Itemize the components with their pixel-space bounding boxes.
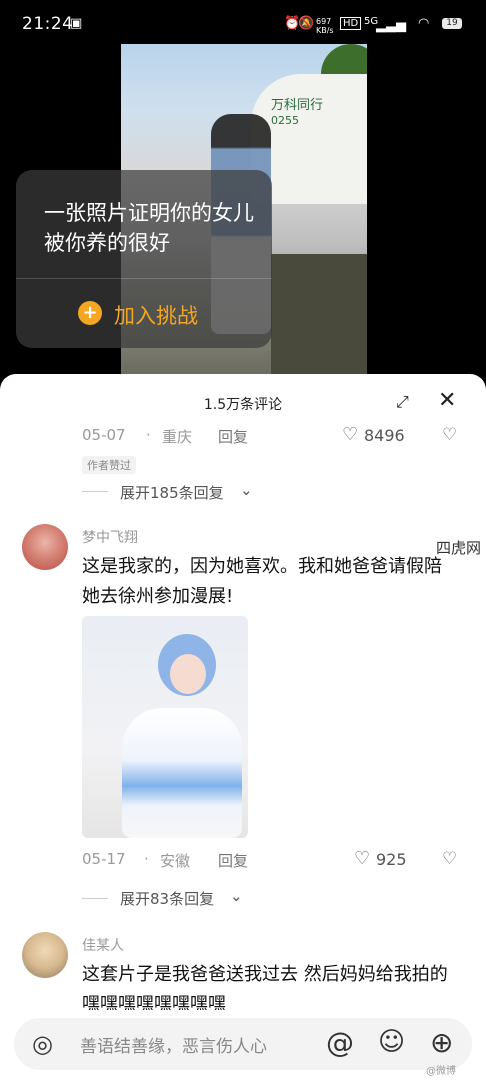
comment-input-bar: ◎ 善语结善缘，恶言伤人心 @ ☺ ⊕ xyxy=(0,1010,486,1080)
net-speed: 697 KB/s xyxy=(316,17,334,35)
building-number: 0255 xyxy=(271,114,299,127)
join-challenge-button[interactable]: 加入挑战 xyxy=(114,300,198,330)
signal-bars-icon: ▂▃▅ xyxy=(376,18,406,33)
like-heart-icon[interactable]: ♡ xyxy=(342,424,358,445)
comment-date: 05-17 xyxy=(82,850,126,868)
avatar[interactable] xyxy=(22,524,68,570)
dislike-icon[interactable]: ♡ xyxy=(442,425,457,445)
avatar[interactable] xyxy=(22,932,68,978)
dot-separator: · xyxy=(146,426,151,444)
dislike-icon[interactable]: ♡ xyxy=(442,849,457,869)
dress-shape xyxy=(122,708,242,838)
dot-separator: · xyxy=(144,850,149,868)
chevron-down-icon: ⌄ xyxy=(240,481,253,499)
grass-shape xyxy=(271,254,367,374)
comment-location: 重庆 xyxy=(162,428,193,446)
chevron-down-icon: ⌄ xyxy=(230,887,243,905)
expand-replies-button[interactable]: 展开185条回复 xyxy=(120,482,224,503)
face-shape xyxy=(170,654,206,694)
comment-input-box[interactable]: ◎ 善语结善缘，恶言伤人心 @ ☺ ⊕ xyxy=(14,1018,472,1070)
like-count: 8496 xyxy=(364,426,405,445)
comment-username[interactable]: 梦中飞翔 xyxy=(82,527,138,547)
like-heart-icon[interactable]: ♡ xyxy=(354,848,370,869)
building-sign: 万科同行 xyxy=(271,98,324,113)
expand-icon[interactable]: ⤢ xyxy=(396,392,414,411)
side-watermark: 四虎网 xyxy=(436,539,482,557)
wifi-icon: ◠ xyxy=(418,16,430,31)
expand-replies-button[interactable]: 展开83条回复 xyxy=(120,888,214,909)
comment-photo[interactable] xyxy=(82,616,248,838)
add-icon[interactable]: ⊕ xyxy=(430,1026,453,1059)
challenge-text: 一张照片证明你的女儿被你养的很好 xyxy=(44,201,254,255)
weibo-watermark: @微博 xyxy=(426,1066,456,1077)
expand-line xyxy=(82,898,108,899)
battery-icon: 19 xyxy=(442,18,462,29)
challenge-card[interactable]: 一张照片证明你的女儿被你养的很好 + 加入挑战 xyxy=(16,170,272,348)
mention-icon[interactable]: @ xyxy=(326,1026,354,1059)
reply-button[interactable]: 回复 xyxy=(218,426,248,447)
notification-icon: ▣ xyxy=(70,16,83,31)
emoji-icon[interactable]: ☺ xyxy=(378,1027,405,1057)
challenge-divider xyxy=(16,278,272,279)
comment-text: 这是我家的，因为她喜欢。我和她爸爸请假陪她去徐州参加漫展! xyxy=(82,556,442,607)
status-time: 21:24 xyxy=(22,14,74,34)
reply-button[interactable]: 回复 xyxy=(218,850,248,871)
comments-sheet: 1.5万条评论 ⤢ ✕ 05-07 · 重庆 回复 ♡ 8496 ♡ 作者赞过 … xyxy=(0,374,486,1080)
camera-icon[interactable]: ◎ xyxy=(32,1030,60,1058)
comment-input[interactable]: 善语结善缘，恶言伤人心 xyxy=(80,1032,267,1057)
mute-icon: 🔕 xyxy=(298,16,315,31)
comment-location: 安徽 xyxy=(160,852,191,870)
comment-username[interactable]: 佳某人 xyxy=(82,935,124,955)
author-liked-badge: 作者赞过 xyxy=(82,456,136,474)
close-icon[interactable]: ✕ xyxy=(438,388,456,413)
like-count: 925 xyxy=(376,850,407,869)
plus-icon: + xyxy=(78,301,102,325)
comment-date: 05-07 xyxy=(82,426,126,444)
hd-icon: HD xyxy=(340,17,362,30)
expand-line xyxy=(82,491,108,492)
